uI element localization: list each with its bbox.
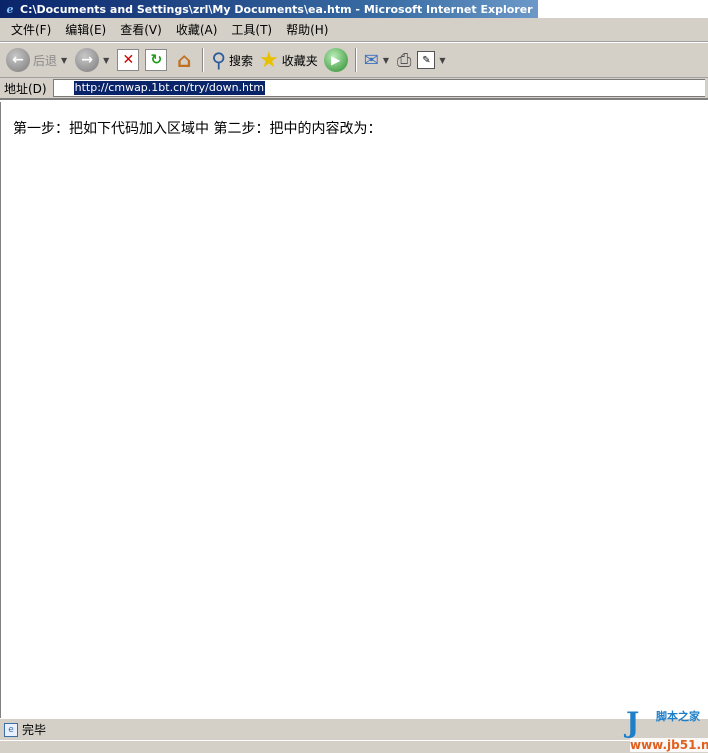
home-icon: ⌂ (177, 48, 192, 72)
mail-button[interactable]: ✉ ▼ (361, 45, 394, 75)
watermark-mark: J (626, 706, 640, 739)
title-bar-blank-area (538, 0, 708, 18)
media-button[interactable]: ▶ (321, 45, 351, 75)
refresh-icon: ↻ (145, 49, 168, 71)
search-label: 搜索 (228, 53, 253, 68)
standard-toolbar: ← 后退 ▼ → ▼ ✕ ↻ ⌂ ⚲ 搜索 ★ 收藏夹 ▶ ✉ ▼ ⎙ ✎ ▼ (0, 42, 708, 78)
menu-favorites[interactable]: 收藏(A) (169, 21, 225, 38)
favorites-button[interactable]: ★ 收藏夹 (256, 45, 321, 75)
edit-button[interactable]: ✎ ▼ (414, 45, 450, 75)
toolbar-separator (202, 48, 205, 72)
window-title: C:\Documents and Settings\zrl\My Documen… (20, 2, 533, 16)
toolbar-separator (354, 48, 357, 72)
stop-icon: ✕ (117, 49, 140, 71)
mail-icon: ✉ (363, 49, 379, 71)
menu-bar: 文件(F) 编辑(E) 查看(V) 收藏(A) 工具(T) 帮助(H) (0, 18, 708, 42)
status-text: 完毕 (22, 723, 47, 737)
home-button[interactable]: ⌂ (170, 45, 198, 75)
menu-edit[interactable]: 编辑(E) (58, 21, 113, 38)
address-url-selected[interactable]: http://cmwap.1bt.cn/try/down.htm (73, 81, 266, 95)
stop-button[interactable]: ✕ (114, 45, 142, 75)
edit-dropdown-icon[interactable]: ▼ (439, 56, 445, 65)
ie-logo-icon: e (6, 2, 14, 16)
taskbar-strip (0, 740, 708, 753)
forward-button[interactable]: → ▼ (72, 45, 114, 75)
status-bar: e 完毕 (0, 718, 708, 740)
edit-page-icon: ✎ (417, 51, 436, 69)
star-icon: ★ (259, 47, 279, 73)
address-bar: 地址(D) http://cmwap.1bt.cn/try/down.htm (0, 78, 708, 100)
back-label: 后退 (33, 53, 58, 68)
back-button[interactable]: ← 后退 ▼ (3, 45, 72, 75)
page-body-text: 第一步：把如下代码加入区域中 第二步：把中的内容改为： (13, 121, 382, 137)
menu-view[interactable]: 查看(V) (113, 21, 169, 38)
address-input[interactable]: http://cmwap.1bt.cn/try/down.htm (52, 79, 705, 97)
forward-arrow-icon: → (75, 48, 100, 72)
menu-file[interactable]: 文件(F) (4, 21, 58, 38)
search-icon: ⚲ (211, 48, 226, 72)
page-content: 第一步：把如下代码加入区域中 第二步：把中的内容改为： (0, 102, 708, 718)
watermark-url: www.jb51.net (630, 738, 708, 752)
print-button[interactable]: ⎙ (394, 45, 414, 75)
back-dropdown-icon[interactable]: ▼ (61, 56, 67, 65)
favorites-label: 收藏夹 (281, 53, 318, 68)
title-bar: e C:\Documents and Settings\zrl\My Docum… (0, 0, 708, 18)
watermark-logo: J 脚本之家 www.jb51.net (624, 706, 708, 753)
refresh-button[interactable]: ↻ (142, 45, 170, 75)
page-done-icon: e (4, 722, 18, 737)
forward-dropdown-icon[interactable]: ▼ (103, 56, 109, 65)
menu-help[interactable]: 帮助(H) (279, 21, 335, 38)
back-arrow-icon: ← (6, 48, 30, 72)
search-button[interactable]: ⚲ 搜索 (208, 45, 256, 75)
menu-tools[interactable]: 工具(T) (224, 21, 279, 38)
mail-dropdown-icon[interactable]: ▼ (383, 56, 389, 65)
printer-icon: ⎙ (397, 49, 412, 71)
watermark-sub: 脚本之家 (656, 710, 700, 723)
address-label: 地址(D) (4, 81, 47, 96)
media-icon: ▶ (323, 48, 348, 72)
